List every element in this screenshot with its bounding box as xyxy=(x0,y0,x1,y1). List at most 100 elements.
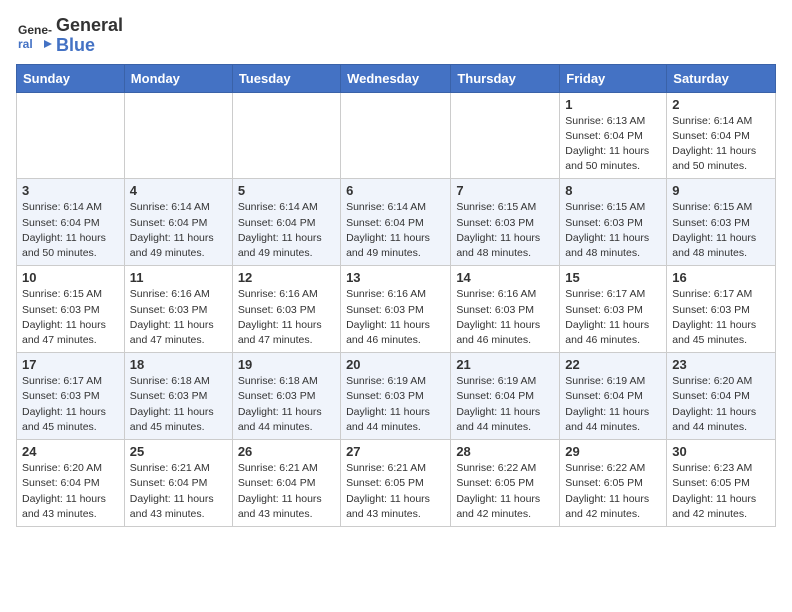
calendar-cell xyxy=(124,92,232,179)
calendar-week-row: 1 Sunrise: 6:13 AM Sunset: 6:04 PM Daylig… xyxy=(17,92,776,179)
day-number: 20 xyxy=(346,357,445,372)
day-info: Sunrise: 6:22 AM Sunset: 6:05 PM Dayligh… xyxy=(456,461,554,522)
calendar-cell: 7Sunrise: 6:15 AM Sunset: 6:03 PM Daylig… xyxy=(451,179,560,266)
calendar-cell: 24Sunrise: 6:20 AM Sunset: 6:04 PM Dayli… xyxy=(17,440,125,527)
calendar-cell: 27 Sunrise: 6:21 AM Sunset: 6:05 PM Dayli… xyxy=(341,440,451,527)
day-number: 26 xyxy=(238,444,335,459)
calendar-week-row: 17 Sunrise: 6:17 AM Sunset: 6:03 PM Dayli… xyxy=(17,353,776,440)
calendar-cell: 10 Sunrise: 6:15 AM Sunset: 6:03 PM Dayli… xyxy=(17,266,125,353)
calendar-day-header: Thursday xyxy=(451,64,560,92)
calendar-day-header: Friday xyxy=(560,64,667,92)
day-info: Sunrise: 6:18 AM Sunset: 6:03 PM Dayligh… xyxy=(238,374,335,435)
calendar-cell: 14 Sunrise: 6:16 AM Sunset: 6:03 PM Dayli… xyxy=(451,266,560,353)
day-info: Sunrise: 6:19 AM Sunset: 6:03 PM Dayligh… xyxy=(346,374,445,435)
day-info: Sunrise: 6:15 AM Sunset: 6:03 PM Dayligh… xyxy=(565,200,661,261)
calendar-cell: 6 Sunrise: 6:14 AM Sunset: 6:04 PM Daylig… xyxy=(341,179,451,266)
page-header: Gene- ral General Blue xyxy=(16,16,776,56)
calendar-day-header: Saturday xyxy=(667,64,776,92)
day-number: 16 xyxy=(672,270,770,285)
calendar-cell: 29 Sunrise: 6:22 AM Sunset: 6:05 PM Dayli… xyxy=(560,440,667,527)
day-number: 7 xyxy=(456,183,554,198)
day-info: Sunrise: 6:22 AM Sunset: 6:05 PM Dayligh… xyxy=(565,461,661,522)
day-number: 10 xyxy=(22,270,119,285)
calendar-cell: 2 Sunrise: 6:14 AM Sunset: 6:04 PM Daylig… xyxy=(667,92,776,179)
day-info: Sunrise: 6:17 AM Sunset: 6:03 PM Dayligh… xyxy=(22,374,119,435)
day-number: 22 xyxy=(565,357,661,372)
calendar-cell: 20 Sunrise: 6:19 AM Sunset: 6:03 PM Dayli… xyxy=(341,353,451,440)
calendar-cell: 12 Sunrise: 6:16 AM Sunset: 6:03 PM Dayli… xyxy=(232,266,340,353)
day-info: Sunrise: 6:18 AM Sunset: 6:03 PM Dayligh… xyxy=(130,374,227,435)
calendar-cell xyxy=(17,92,125,179)
svg-text:ral: ral xyxy=(18,37,33,51)
day-info: Sunrise: 6:13 AM Sunset: 6:04 PM Dayligh… xyxy=(565,114,661,175)
calendar-table: SundayMondayTuesdayWednesdayThursdayFrid… xyxy=(16,64,776,527)
logo-svg: Gene- ral xyxy=(16,18,52,54)
calendar-day-header: Sunday xyxy=(17,64,125,92)
calendar-cell: 1 Sunrise: 6:13 AM Sunset: 6:04 PM Daylig… xyxy=(560,92,667,179)
day-number: 13 xyxy=(346,270,445,285)
calendar-cell: 18 Sunrise: 6:18 AM Sunset: 6:03 PM Dayli… xyxy=(124,353,232,440)
day-number: 25 xyxy=(130,444,227,459)
day-info: Sunrise: 6:16 AM Sunset: 6:03 PM Dayligh… xyxy=(130,287,227,348)
day-info: Sunrise: 6:21 AM Sunset: 6:04 PM Dayligh… xyxy=(130,461,227,522)
day-number: 23 xyxy=(672,357,770,372)
calendar-cell: 17 Sunrise: 6:17 AM Sunset: 6:03 PM Dayli… xyxy=(17,353,125,440)
svg-text:Gene-: Gene- xyxy=(18,23,52,37)
calendar-cell xyxy=(451,92,560,179)
day-number: 8 xyxy=(565,183,661,198)
day-number: 4 xyxy=(130,183,227,198)
calendar-day-header: Wednesday xyxy=(341,64,451,92)
calendar-cell: 26 Sunrise: 6:21 AM Sunset: 6:04 PM Dayli… xyxy=(232,440,340,527)
logo-blue-text: Blue xyxy=(56,36,123,56)
day-info: Sunrise: 6:15 AM Sunset: 6:03 PM Dayligh… xyxy=(672,200,770,261)
day-info: Sunrise: 6:17 AM Sunset: 6:03 PM Dayligh… xyxy=(672,287,770,348)
calendar-cell: 8 Sunrise: 6:15 AM Sunset: 6:03 PM Daylig… xyxy=(560,179,667,266)
calendar-cell: 28 Sunrise: 6:22 AM Sunset: 6:05 PM Dayli… xyxy=(451,440,560,527)
calendar-cell: 4 Sunrise: 6:14 AM Sunset: 6:04 PM Daylig… xyxy=(124,179,232,266)
day-info: Sunrise: 6:21 AM Sunset: 6:04 PM Dayligh… xyxy=(238,461,335,522)
day-number: 27 xyxy=(346,444,445,459)
day-number: 28 xyxy=(456,444,554,459)
day-number: 12 xyxy=(238,270,335,285)
calendar-cell: 9Sunrise: 6:15 AM Sunset: 6:03 PM Daylig… xyxy=(667,179,776,266)
day-number: 5 xyxy=(238,183,335,198)
calendar-cell: 5 Sunrise: 6:14 AM Sunset: 6:04 PM Daylig… xyxy=(232,179,340,266)
day-number: 17 xyxy=(22,357,119,372)
calendar-cell: 22 Sunrise: 6:19 AM Sunset: 6:04 PM Dayli… xyxy=(560,353,667,440)
day-info: Sunrise: 6:16 AM Sunset: 6:03 PM Dayligh… xyxy=(346,287,445,348)
day-info: Sunrise: 6:17 AM Sunset: 6:03 PM Dayligh… xyxy=(565,287,661,348)
day-number: 11 xyxy=(130,270,227,285)
logo: Gene- ral General Blue xyxy=(16,16,123,56)
calendar-week-row: 3Sunrise: 6:14 AM Sunset: 6:04 PM Daylig… xyxy=(17,179,776,266)
day-info: Sunrise: 6:15 AM Sunset: 6:03 PM Dayligh… xyxy=(22,287,119,348)
day-info: Sunrise: 6:19 AM Sunset: 6:04 PM Dayligh… xyxy=(565,374,661,435)
day-info: Sunrise: 6:14 AM Sunset: 6:04 PM Dayligh… xyxy=(346,200,445,261)
day-number: 29 xyxy=(565,444,661,459)
day-info: Sunrise: 6:16 AM Sunset: 6:03 PM Dayligh… xyxy=(238,287,335,348)
calendar-day-header: Tuesday xyxy=(232,64,340,92)
day-info: Sunrise: 6:16 AM Sunset: 6:03 PM Dayligh… xyxy=(456,287,554,348)
day-info: Sunrise: 6:19 AM Sunset: 6:04 PM Dayligh… xyxy=(456,374,554,435)
day-number: 24 xyxy=(22,444,119,459)
day-number: 6 xyxy=(346,183,445,198)
day-info: Sunrise: 6:21 AM Sunset: 6:05 PM Dayligh… xyxy=(346,461,445,522)
calendar-cell xyxy=(232,92,340,179)
day-info: Sunrise: 6:14 AM Sunset: 6:04 PM Dayligh… xyxy=(672,114,770,175)
calendar-cell: 19Sunrise: 6:18 AM Sunset: 6:03 PM Dayli… xyxy=(232,353,340,440)
calendar-cell: 11 Sunrise: 6:16 AM Sunset: 6:03 PM Dayli… xyxy=(124,266,232,353)
calendar-week-row: 24Sunrise: 6:20 AM Sunset: 6:04 PM Dayli… xyxy=(17,440,776,527)
day-info: Sunrise: 6:14 AM Sunset: 6:04 PM Dayligh… xyxy=(238,200,335,261)
day-number: 14 xyxy=(456,270,554,285)
day-number: 18 xyxy=(130,357,227,372)
day-number: 1 xyxy=(565,97,661,112)
calendar-cell: 30 Sunrise: 6:23 AM Sunset: 6:05 PM Dayli… xyxy=(667,440,776,527)
calendar-day-header: Monday xyxy=(124,64,232,92)
calendar-cell: 23Sunrise: 6:20 AM Sunset: 6:04 PM Dayli… xyxy=(667,353,776,440)
day-info: Sunrise: 6:14 AM Sunset: 6:04 PM Dayligh… xyxy=(130,200,227,261)
day-info: Sunrise: 6:23 AM Sunset: 6:05 PM Dayligh… xyxy=(672,461,770,522)
calendar-header-row: SundayMondayTuesdayWednesdayThursdayFrid… xyxy=(17,64,776,92)
day-number: 30 xyxy=(672,444,770,459)
day-number: 2 xyxy=(672,97,770,112)
day-info: Sunrise: 6:14 AM Sunset: 6:04 PM Dayligh… xyxy=(22,200,119,261)
day-number: 15 xyxy=(565,270,661,285)
